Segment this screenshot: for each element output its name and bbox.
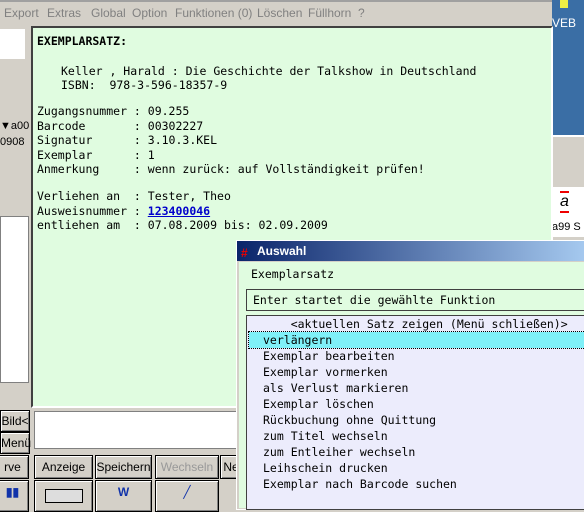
field-label: Barcode :: [37, 118, 148, 133]
list-item[interactable]: Leihschein drucken: [249, 460, 584, 476]
list-item[interactable]: Exemplar nach Barcode suchen: [249, 476, 584, 492]
card-row: Ausweisnummer : 123400046: [37, 204, 210, 218]
menu-button[interactable]: Menü: [0, 432, 31, 454]
field-row: Zugangsnummer : 09.255: [37, 104, 189, 118]
isbn: ISBN: 978-3-596-18357-9: [61, 78, 228, 92]
field-label: Exemplar :: [37, 147, 148, 162]
record-heading: EXEMPLARSATZ:: [37, 34, 128, 48]
function-list[interactable]: <aktuellen Satz zeigen (Menü schließen)>…: [246, 315, 584, 510]
reserve-button[interactable]: rve: [0, 455, 29, 479]
app-icon: a: [560, 191, 569, 213]
lent-dates: 07.08.2009 bis: 02.09.2009: [147, 218, 328, 232]
shortcut-label: a99 S: [552, 221, 581, 233]
menu-loeschen[interactable]: Löschen: [257, 6, 302, 20]
field-label: Zugangsnummer :: [37, 104, 148, 118]
desktop-label: VEB: [552, 16, 577, 30]
lent-row: entliehen am : 07.08.2009 bis: 02.09.200…: [37, 218, 328, 232]
author-title: Keller , Harald : Die Geschichte der Tal…: [61, 64, 477, 78]
field-label: entliehen am :: [37, 218, 148, 232]
wechseln-button[interactable]: Wechseln: [155, 455, 219, 479]
app-icon: #: [241, 246, 248, 260]
broom-icon[interactable]: ╱: [155, 480, 219, 512]
field-row: Exemplar : 1: [37, 148, 155, 162]
card-number-link[interactable]: 123400046: [148, 204, 210, 218]
list-item[interactable]: Exemplar vormerken: [249, 364, 584, 380]
printer-icon[interactable]: [34, 480, 93, 512]
anzeige-button[interactable]: Anzeige: [34, 455, 93, 479]
field-label: Ausweisnummer :: [37, 203, 148, 218]
dialog-body: Exemplarsatz Enter startet die gewählte …: [239, 262, 584, 510]
folder-icon: [560, 0, 568, 8]
auswahl-dialog: # Auswahl Exemplarsatz Enter startet die…: [236, 240, 584, 510]
field-label: Anmerkung :: [37, 162, 148, 176]
list-item[interactable]: zum Titel wechseln: [249, 428, 584, 444]
bild-button[interactable]: Bild<: [0, 410, 30, 432]
field-row: Barcode : 00302227: [37, 119, 203, 133]
field-value: 1: [147, 147, 155, 162]
list-item[interactable]: zum Entleiher wechseln: [249, 444, 584, 460]
field-value: 00302227: [147, 118, 204, 133]
menu-bar: Export Extras Global Option Funktionen (…: [0, 0, 552, 26]
field-value: wenn zurück: auf Vollständigkeit prüfen!: [147, 162, 425, 176]
binoculars-icon[interactable]: ▮▮: [0, 480, 29, 512]
dialog-title: Auswahl: [257, 244, 307, 258]
list-item[interactable]: Exemplar bearbeiten: [249, 348, 584, 364]
field-value: 3.10.3.KEL: [147, 133, 218, 147]
menu-export[interactable]: Export: [4, 6, 39, 20]
list-item[interactable]: als Verlust markieren: [249, 380, 584, 396]
menu-fuellhorn[interactable]: Füllhorn: [308, 6, 351, 20]
list-item[interactable]: verlängern: [248, 331, 584, 349]
field-label: Verliehen an :: [37, 189, 148, 203]
field-value: 09.255: [147, 104, 190, 118]
command-input[interactable]: [34, 411, 238, 449]
menu-global[interactable]: Global: [91, 6, 126, 20]
list-item[interactable]: <aktuellen Satz zeigen (Menü schließen)>: [249, 316, 584, 332]
list-item[interactable]: Exemplar löschen: [249, 396, 584, 412]
menu-help[interactable]: ?: [358, 6, 365, 20]
background-window: a a99 S: [552, 135, 584, 242]
left-row: 0908: [0, 136, 25, 148]
menu-extras[interactable]: Extras: [47, 6, 81, 20]
borrower-name: Tester, Theo: [147, 189, 231, 203]
menu-funktionen[interactable]: Funktionen (0): [175, 6, 252, 20]
field-row: Signatur : 3.10.3.KEL: [37, 133, 217, 147]
left-box: [0, 216, 29, 383]
save-icon[interactable]: W: [95, 480, 152, 512]
menu-option[interactable]: Option: [132, 6, 167, 20]
speichern-button[interactable]: Speichern: [95, 455, 152, 479]
list-item[interactable]: Rückbuchung ohne Quittung: [249, 412, 584, 428]
left-panel: ▼a00 0908: [0, 26, 30, 406]
left-list[interactable]: [0, 29, 25, 59]
left-row: ▼a00: [0, 120, 30, 132]
field-label: Signatur :: [37, 133, 148, 147]
dialog-subtitle: Exemplarsatz: [251, 267, 335, 281]
borrower-row: Verliehen an : Tester, Theo: [37, 189, 231, 203]
app-shortcut[interactable]: a a99 S: [552, 187, 584, 237]
dialog-hint: Enter startet die gewählte Funktion: [246, 289, 584, 311]
field-row: Anmerkung : wenn zurück: auf Vollständig…: [37, 162, 425, 176]
dialog-titlebar[interactable]: # Auswahl: [237, 241, 584, 261]
